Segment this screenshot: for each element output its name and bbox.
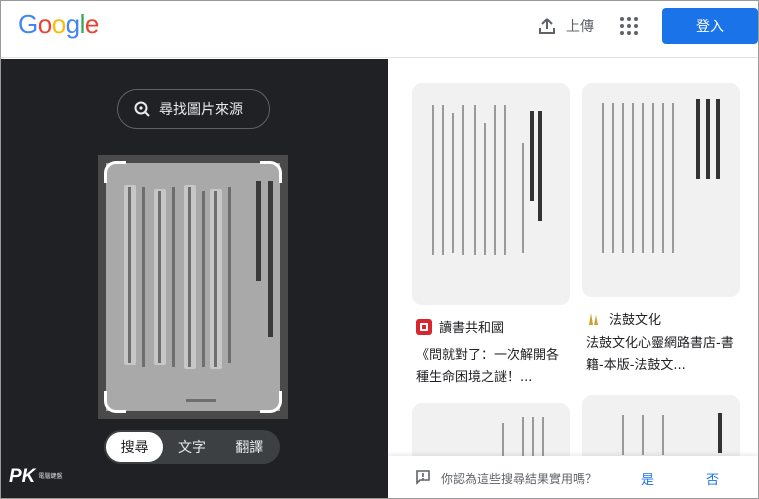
logo-letter: e [84,9,99,39]
visual-matches-panel: 讀書共和國 《問就對了：一次解開各種生命困境之謎！... 法鼓文化 法鼓文化心靈… [388,59,758,498]
result-source-name: 讀書共和國 [439,321,505,336]
result-description[interactable]: 《問就對了：一次解開各種生命困境之謎！... [416,345,570,389]
upload-icon [539,18,555,34]
feedback-icon [416,470,430,485]
watermark-subtext: 電腦鍵盤 [38,473,63,480]
logo-letter: o [37,9,52,39]
result-thumbnail [582,83,740,297]
result-source-name: 法鼓文化 [609,313,662,328]
app-frame: Google 上傳 登入 尋找圖片來源 搜尋 文字 翻譯 PK 電腦鍵盤 讀書共… [0,0,759,499]
logo-letter: o [51,9,66,39]
book-red-icon [416,318,432,335]
lens-mode-tabs: 搜尋 文字 翻譯 [104,430,280,464]
pk-watermark-logo: PK 電腦鍵盤 [9,466,62,488]
logo-letter: G [18,9,38,39]
find-image-source-button[interactable]: 尋找圖片來源 [117,89,270,129]
login-button[interactable]: 登入 [662,8,758,44]
upload-button[interactable]: 上傳 [538,13,594,39]
result-card[interactable]: 法鼓文化 法鼓文化心靈網路書店-書籍-本版-法鼓文... [582,83,740,383]
result-thumbnail [412,83,570,305]
apps-grid-icon[interactable] [620,17,638,35]
result-thumbnail[interactable] [582,395,740,463]
uploaded-image-preview [98,155,288,419]
feedback-no-button[interactable]: 否 [706,469,719,488]
feedback-yes-button[interactable]: 是 [641,469,654,488]
top-bar: Google 上傳 登入 [1,1,758,58]
find-image-source-label: 尋找圖片來源 [159,102,243,118]
feedback-bar: 你認為這些搜尋結果實用嗎？ 是 否 [388,456,758,498]
feedback-question: 你認為這些搜尋結果實用嗎？ [441,472,598,486]
lens-search-icon [134,101,150,117]
result-source: 法鼓文化 [586,309,661,328]
watermark-text: PK [9,466,36,487]
tab-search[interactable]: 搜尋 [106,432,164,462]
image-preview-panel: 尋找圖片來源 搜尋 文字 翻譯 PK 電腦鍵盤 [1,59,388,498]
logo-letter: g [65,9,80,39]
book-page-image [104,161,282,413]
result-description[interactable]: 法鼓文化心靈網路書店-書籍-本版-法鼓文... [586,333,740,377]
result-card[interactable]: 讀書共和國 《問就對了：一次解開各種生命困境之謎！... [412,83,570,385]
result-source: 讀書共和國 [416,317,504,336]
result-thumbnail[interactable] [412,403,570,463]
google-logo[interactable]: Google [18,9,99,40]
tab-text[interactable]: 文字 [163,432,220,462]
fagu-gold-icon [589,312,598,325]
tab-translate[interactable]: 翻譯 [221,432,278,462]
upload-label: 上傳 [566,19,594,35]
